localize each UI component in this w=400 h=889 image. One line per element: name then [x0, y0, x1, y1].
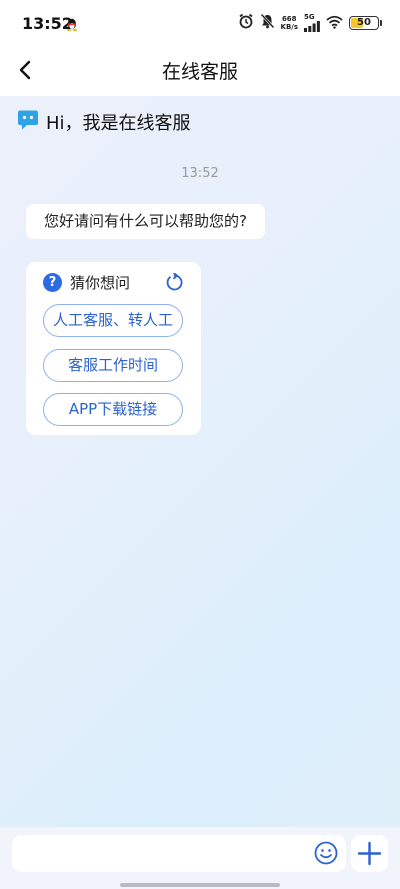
status-bar: 13:52 668 KB/s 5G 50	[0, 0, 400, 44]
refresh-icon[interactable]	[165, 272, 184, 292]
mute-bell-icon	[260, 13, 275, 33]
qq-penguin-icon	[66, 16, 78, 35]
question-icon: ?	[43, 273, 62, 292]
home-indicator[interactable]	[120, 883, 280, 887]
message-timestamp: 13:52	[181, 166, 219, 181]
battery-level: 50	[357, 17, 371, 28]
page-title: 在线客服	[161, 61, 238, 83]
suggestion-option-human-agent[interactable]: 人工客服、转人工	[43, 304, 183, 337]
network-speed-value: 668	[281, 15, 297, 23]
suggestion-option-app-download[interactable]: APP下载链接	[43, 393, 183, 426]
battery-indicator: 50	[349, 16, 379, 30]
status-icons: 668 KB/s 5G 50	[238, 13, 382, 33]
battery-tip	[380, 20, 382, 26]
signal-5g-label: 5G	[304, 13, 315, 21]
input-bar	[0, 827, 400, 889]
network-speed: 668 KB/s	[281, 15, 298, 31]
plus-icon	[357, 841, 382, 866]
suggestion-option-service-hours[interactable]: 客服工作时间	[43, 349, 183, 382]
signal-bars-icon	[304, 21, 320, 32]
alarm-icon	[238, 13, 254, 33]
cellular-signal: 5G	[304, 14, 320, 32]
suggestion-card-header: ? 猜你想问	[43, 272, 130, 293]
greeting-message-bubble: 您好请问有什么可以帮助您的?	[26, 204, 265, 239]
smiley-icon	[314, 841, 338, 865]
assistant-chat-icon	[16, 108, 40, 136]
suggestion-card-title: 猜你想问	[70, 274, 131, 292]
welcome-header: Hi，我是在线客服	[16, 108, 191, 136]
welcome-text: Hi，我是在线客服	[46, 113, 191, 134]
suggestion-card: ? 猜你想问 人工客服、转人工 客服工作时间 APP下载链接	[26, 262, 201, 435]
wifi-icon	[326, 14, 343, 33]
plus-button[interactable]	[351, 835, 388, 872]
network-speed-unit: KB/s	[280, 23, 298, 31]
emoji-button[interactable]	[314, 841, 338, 865]
message-input[interactable]	[12, 835, 346, 872]
nav-bar: 在线客服	[0, 44, 400, 96]
